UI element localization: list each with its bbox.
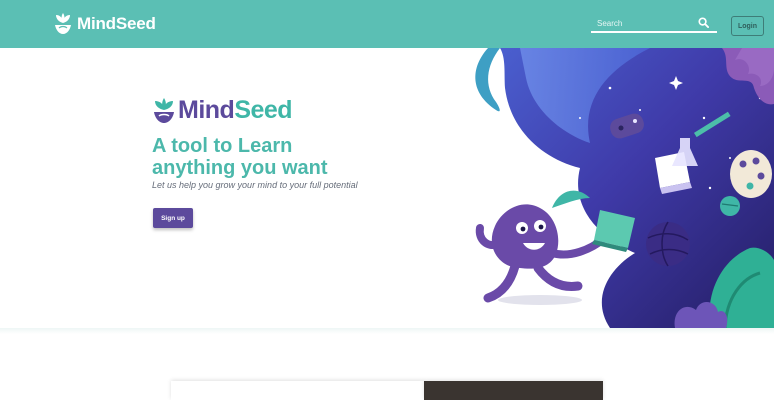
hero-illustration (475, 48, 774, 328)
feature-card-image (424, 381, 603, 400)
hero-logo: MindSeed (152, 96, 293, 125)
hero-section: MindSeed A tool to Learn anything you wa… (0, 48, 774, 328)
search-bar (591, 14, 717, 33)
seedling-logo-icon (55, 13, 71, 34)
logo-word-mind: Mind (178, 96, 235, 124)
search-icon[interactable] (698, 17, 709, 28)
top-navbar: MindSeed Login (0, 0, 774, 48)
logo-word-seed: Seed (234, 96, 293, 124)
hero-logo-text: MindSeed (178, 96, 293, 125)
section-divider (0, 328, 774, 334)
hero-headline: A tool to Learn anything you want (152, 135, 392, 179)
headline-line-1: A tool to Learn (152, 135, 293, 157)
search-input[interactable] (597, 16, 697, 30)
headline-line-2: anything you want (152, 157, 328, 179)
header-brand[interactable]: MindSeed (53, 12, 156, 36)
sign-up-button[interactable]: Sign up (153, 208, 193, 228)
header-brand-name: MindSeed (77, 14, 156, 33)
feature-card-text (171, 381, 424, 400)
hero-tagline: Let us help you grow your mind to your f… (152, 180, 358, 190)
login-button[interactable]: Login (731, 16, 764, 36)
seedling-logo-icon (154, 97, 174, 123)
